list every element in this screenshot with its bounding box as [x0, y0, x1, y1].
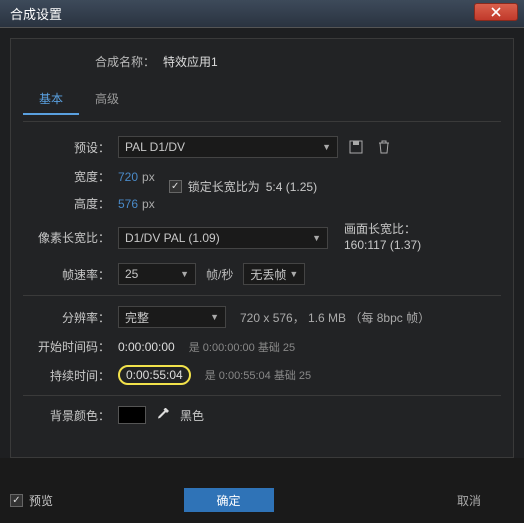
trash-icon — [378, 140, 390, 154]
close-button[interactable] — [474, 3, 518, 21]
width-input[interactable]: 720 — [118, 170, 138, 184]
title-bar: 合成设置 — [0, 0, 524, 28]
par-row: 像素长宽比： D1/DV PAL (1.09) ▼ 画面长宽比： 160:117… — [23, 222, 501, 253]
chevron-down-icon: ▼ — [180, 269, 189, 279]
comp-name-input[interactable]: 特效应用1 — [163, 53, 218, 70]
frame-aspect-value: 160:117 (1.37) — [344, 238, 421, 254]
close-icon — [490, 7, 502, 17]
par-label: 像素长宽比： — [23, 229, 118, 246]
chevron-down-icon: ▼ — [210, 312, 219, 322]
fps-row: 帧速率： 25 ▼ 帧/秒 无丢帧 ▼ — [23, 263, 501, 285]
comp-name-row: 合成名称： 特效应用1 — [23, 53, 501, 70]
footer: ✓ 预览 确定 取消 — [10, 483, 514, 517]
lock-aspect-ratio: 5:4 (1.25) — [266, 180, 317, 194]
dialog-inner: 合成名称： 特效应用1 基本 高级 预设： PAL D1/DV ▼ — [10, 38, 514, 458]
eyedropper-button[interactable] — [156, 408, 170, 422]
par-value: D1/DV PAL (1.09) — [125, 231, 220, 245]
fps-value: 25 — [125, 267, 138, 281]
start-timecode-label: 开始时间码： — [23, 338, 118, 355]
duration-row: 持续时间： 0:00:55:04 是 0:00:55:04 基础 25 — [23, 365, 501, 385]
preset-label: 预设： — [23, 139, 118, 156]
width-row: 宽度： 720 px — [23, 168, 155, 185]
start-timecode-input[interactable]: 0:00:00:00 — [118, 340, 175, 354]
divider — [23, 295, 501, 296]
save-preset-button[interactable] — [346, 137, 366, 157]
resolution-label: 分辨率： — [23, 309, 118, 326]
tabs: 基本 高级 — [23, 84, 501, 115]
chevron-down-icon: ▼ — [289, 269, 298, 279]
ok-button[interactable]: 确定 — [184, 488, 274, 512]
chevron-down-icon: ▼ — [322, 142, 331, 152]
bgcolor-row: 背景颜色： 黑色 — [23, 406, 501, 424]
preview-toggle[interactable]: ✓ 预览 — [10, 492, 53, 509]
comp-name-label: 合成名称： — [23, 53, 163, 70]
chevron-down-icon: ▼ — [312, 233, 321, 243]
window-title: 合成设置 — [10, 4, 62, 23]
height-unit: px — [142, 197, 155, 211]
dialog-content: 合成名称： 特效应用1 基本 高级 预设： PAL D1/DV ▼ — [0, 28, 524, 458]
eyedropper-icon — [156, 408, 170, 422]
preset-dropdown[interactable]: PAL D1/DV ▼ — [118, 136, 338, 158]
fps-label: 帧速率： — [23, 266, 118, 283]
cancel-button[interactable]: 取消 — [424, 488, 514, 512]
basic-panel: 预设： PAL D1/DV ▼ 宽度： 720 px — [23, 121, 501, 424]
lock-aspect-row: ✓ 锁定长宽比为 5:4 (1.25) — [169, 178, 317, 195]
preset-value: PAL D1/DV — [125, 140, 185, 154]
tab-advanced[interactable]: 高级 — [79, 84, 135, 115]
bgcolor-swatch[interactable] — [118, 406, 146, 424]
preview-checkbox[interactable]: ✓ — [10, 494, 23, 507]
duration-note: 是 0:00:55:04 基础 25 — [205, 367, 311, 383]
bgcolor-name: 黑色 — [180, 407, 204, 424]
resolution-row: 分辨率： 完整 ▼ 720 x 576， 1.6 MB （每 8bpc 帧） — [23, 306, 501, 328]
resolution-info: 720 x 576， 1.6 MB （每 8bpc 帧） — [240, 309, 430, 326]
duration-highlight: 0:00:55:04 — [118, 365, 191, 385]
height-input[interactable]: 576 — [118, 197, 138, 211]
preview-label: 预览 — [29, 492, 53, 509]
width-unit: px — [142, 170, 155, 184]
fps-unit: 帧/秒 — [206, 266, 233, 283]
duration-label: 持续时间： — [23, 367, 118, 384]
frame-aspect-info: 画面长宽比： 160:117 (1.37) — [344, 222, 421, 253]
par-dropdown[interactable]: D1/DV PAL (1.09) ▼ — [118, 227, 328, 249]
height-label: 高度： — [23, 195, 118, 212]
dropframe-dropdown[interactable]: 无丢帧 ▼ — [243, 263, 305, 285]
preset-row: 预设： PAL D1/DV ▼ — [23, 136, 501, 158]
delete-preset-button[interactable] — [374, 137, 394, 157]
bgcolor-label: 背景颜色： — [23, 407, 118, 424]
dropframe-value: 无丢帧 — [250, 266, 286, 283]
divider — [23, 395, 501, 396]
fps-dropdown[interactable]: 25 ▼ — [118, 263, 196, 285]
lock-aspect-label: 锁定长宽比为 — [188, 178, 260, 195]
frame-aspect-label: 画面长宽比： — [344, 222, 421, 238]
resolution-dropdown[interactable]: 完整 ▼ — [118, 306, 226, 328]
resolution-value: 完整 — [125, 309, 149, 326]
start-timecode-row: 开始时间码： 0:00:00:00 是 0:00:00:00 基础 25 — [23, 338, 501, 355]
start-timecode-note: 是 0:00:00:00 基础 25 — [189, 339, 295, 355]
tab-basic[interactable]: 基本 — [23, 84, 79, 115]
duration-input[interactable]: 0:00:55:04 — [126, 368, 183, 382]
height-row: 高度： 576 px — [23, 195, 155, 212]
lock-aspect-checkbox[interactable]: ✓ — [169, 180, 182, 193]
width-label: 宽度： — [23, 168, 118, 185]
save-icon — [349, 140, 363, 154]
